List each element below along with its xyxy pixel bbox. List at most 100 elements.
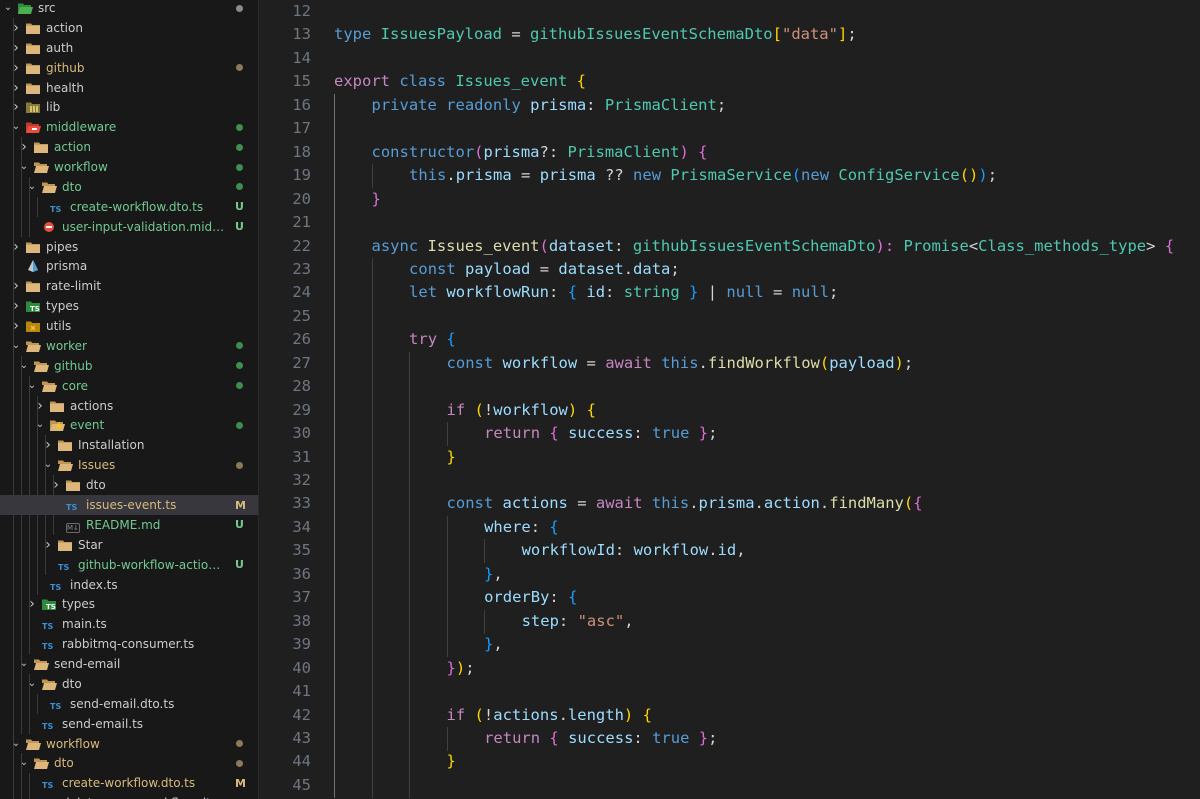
chevron-down-icon[interactable]: ⌄ <box>35 419 45 431</box>
code-line[interactable]: 35 workflowId: workflow.id, <box>259 539 1200 564</box>
tree-item[interactable]: ⌄ workflow <box>0 157 258 178</box>
code-line[interactable]: 22 async Issues_event(dataset: githubIssu… <box>259 234 1200 259</box>
code-line[interactable]: 23 const payload = dataset.data; <box>259 257 1200 282</box>
code-line[interactable]: 42 if (!actions.length) { <box>259 703 1200 728</box>
code-line[interactable]: 28 <box>259 375 1200 400</box>
tree-item[interactable]: › actions <box>0 395 258 416</box>
tree-item[interactable]: ⌄ Issues <box>0 455 258 476</box>
chevron-right-icon[interactable]: › <box>11 240 21 254</box>
code-line[interactable]: 38 step: "asc", <box>259 609 1200 634</box>
chevron-right-icon[interactable]: › <box>11 21 21 35</box>
code-line[interactable]: 21 <box>259 211 1200 236</box>
tree-item[interactable]: M↓ README.md U <box>0 514 258 535</box>
chevron-down-icon[interactable]: ⌄ <box>11 340 21 352</box>
code-line[interactable]: 25 <box>259 304 1200 329</box>
tree-item[interactable]: user-input-validation.middlewar... U <box>0 216 258 237</box>
code-line[interactable]: 40}); <box>259 656 1200 681</box>
code-line[interactable]: 19 this.prisma = prisma ?? new PrismaServ… <box>259 164 1200 189</box>
tree-item[interactable]: › TS types <box>0 594 258 615</box>
chevron-down-icon[interactable]: ⌄ <box>19 658 29 670</box>
tree-item[interactable]: ⌄ send-email <box>0 654 258 675</box>
tree-item[interactable]: › action <box>0 17 258 38</box>
tree-item[interactable]: ⌄ dto <box>0 673 258 694</box>
tree-item[interactable]: › health <box>0 77 258 98</box>
code-line[interactable]: 13 type IssuesPayload = githubIssuesEvent… <box>259 23 1200 46</box>
chevron-down-icon[interactable]: ⌄ <box>19 360 29 372</box>
tree-item[interactable]: ⌄ dto <box>0 176 258 197</box>
chevron-down-icon[interactable]: ⌄ <box>27 678 37 690</box>
chevron-down-icon[interactable]: ⌄ <box>3 2 13 14</box>
code-line[interactable]: 32 <box>259 469 1200 493</box>
code-line[interactable]: 43 return { success: true }; <box>259 726 1200 751</box>
chevron-right-icon[interactable]: › <box>35 399 45 413</box>
chevron-right-icon[interactable]: › <box>11 81 21 95</box>
tree-item[interactable]: › auth <box>0 37 258 58</box>
chevron-right-icon[interactable]: › <box>11 279 21 293</box>
code-line[interactable]: 18 constructor(prisma?: PrismaClient) { <box>259 140 1200 165</box>
chevron-right-icon[interactable]: › <box>11 41 21 55</box>
tree-item[interactable]: ⌄ middleware <box>0 117 258 138</box>
chevron-right-icon[interactable]: › <box>19 140 29 154</box>
tree-item[interactable]: TS create-workflow.dto.ts M <box>0 773 258 794</box>
chevron-down-icon[interactable]: ⌄ <box>19 161 29 173</box>
file-explorer[interactable]: ⌄ src › action › auth › github › health › lib ⌄ middl… <box>0 0 259 799</box>
code-line[interactable]: 44} <box>259 750 1200 775</box>
tree-item[interactable]: › TS types <box>0 296 258 317</box>
chevron-right-icon[interactable]: › <box>43 538 53 552</box>
tree-item[interactable]: › lib <box>0 97 258 118</box>
chevron-right-icon[interactable]: › <box>11 61 21 75</box>
tree-item[interactable]: ⌄ github <box>0 355 258 376</box>
code-line[interactable]: 31} <box>259 445 1200 470</box>
tree-item[interactable]: › action <box>0 137 258 158</box>
chevron-right-icon[interactable]: › <box>51 478 61 492</box>
code-line[interactable]: 15 export class Issues_event { <box>259 70 1200 93</box>
chevron-down-icon[interactable]: ⌄ <box>11 121 21 133</box>
tree-item[interactable]: › dto <box>0 475 258 496</box>
chevron-right-icon[interactable]: › <box>27 597 37 611</box>
tree-item[interactable]: › pipes <box>0 236 258 257</box>
code-line[interactable]: 45 <box>259 773 1200 798</box>
code-line[interactable]: 14 <box>259 47 1200 70</box>
tree-item[interactable]: › rate-limit <box>0 276 258 297</box>
chevron-down-icon[interactable]: ⌄ <box>27 380 37 392</box>
tree-item[interactable]: TS issues-event.ts M <box>0 495 258 515</box>
code-line[interactable]: 33 const actions = await this.prisma.acti… <box>259 492 1200 517</box>
code-line[interactable]: 12 <box>259 0 1200 23</box>
code-line[interactable]: 24 let workflowRun: { id: string } | null… <box>259 281 1200 306</box>
chevron-down-icon[interactable]: ⌄ <box>43 459 53 471</box>
tree-item[interactable]: ⌄ src <box>0 0 258 18</box>
chevron-right-icon[interactable]: › <box>11 319 21 333</box>
tree-item[interactable]: TS send-email.ts <box>0 713 258 734</box>
chevron-right-icon[interactable]: › <box>43 438 53 452</box>
code-line[interactable]: 27 const workflow = await this.findWorkfl… <box>259 351 1200 376</box>
code-line[interactable]: 26 try { <box>259 328 1200 353</box>
chevron-down-icon[interactable]: ⌄ <box>27 181 37 193</box>
code-line[interactable]: 34 where: { <box>259 515 1200 540</box>
code-line[interactable]: 29 if (!workflow) { <box>259 398 1200 423</box>
tree-item[interactable]: prisma <box>0 256 258 277</box>
tree-item[interactable]: ⌄ worker <box>0 335 258 356</box>
tree-item[interactable]: ⌄ event <box>0 415 258 436</box>
tree-item[interactable]: TS index.ts <box>0 574 258 595</box>
chevron-right-icon[interactable]: › <box>11 100 21 114</box>
code-line[interactable]: 37 orderBy: { <box>259 586 1200 611</box>
tree-item[interactable]: TS github-workflow-action-rules... U <box>0 554 258 575</box>
code-line[interactable]: 36}, <box>259 562 1200 587</box>
code-line[interactable]: 16 private readonly prisma: PrismaClient; <box>259 93 1200 118</box>
tree-item[interactable]: ⌄ core <box>0 375 258 396</box>
tree-item[interactable]: ⌄ workflow <box>0 733 258 754</box>
tree-item[interactable]: TS main.ts <box>0 614 258 635</box>
tree-item[interactable]: › Installation <box>0 435 258 456</box>
tree-item[interactable]: TSdelete-many-workflow.dto.ts <box>0 793 258 799</box>
tree-item[interactable]: › github <box>0 57 258 78</box>
code-line[interactable]: 17 <box>259 117 1200 142</box>
code-line[interactable]: 30 return { success: true }; <box>259 422 1200 447</box>
tree-item[interactable]: ⌄ dto <box>0 753 258 774</box>
tree-item[interactable]: TS rabbitmq-consumer.ts <box>0 634 258 655</box>
code-editor[interactable]: 12 13 type IssuesPayload = githubIssuesEve… <box>259 0 1200 799</box>
tree-item[interactable]: TS send-email.dto.ts <box>0 693 258 714</box>
tree-item[interactable]: TS create-workflow.dto.ts U <box>0 196 258 217</box>
chevron-right-icon[interactable]: › <box>11 299 21 313</box>
tree-item[interactable]: › utils <box>0 316 258 337</box>
code-line[interactable]: 41 <box>259 680 1200 705</box>
